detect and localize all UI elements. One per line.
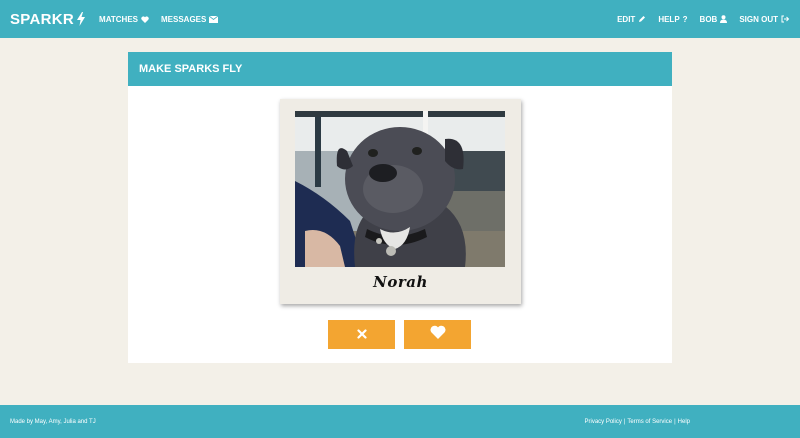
nav-help[interactable]: HELP ? [658,15,687,24]
footer-separator: | [623,418,626,425]
match-panel: MAKE SPARKS FLY Norah [128,52,672,363]
reject-button[interactable] [328,320,395,349]
close-icon [356,326,367,344]
footer-link-privacy[interactable]: Privacy Policy [585,419,622,425]
envelope-icon [209,15,219,23]
heart-icon [141,15,149,23]
profile-photo [295,111,505,267]
brand-name: SPARKR [10,10,75,28]
bolt-icon [77,12,86,26]
brand-logo[interactable]: SPARKR [10,10,86,28]
nav-left: MATCHES MESSAGES [99,15,230,24]
pencil-icon [638,15,646,23]
footer-credit: Made by May, Amy, Julia and TJ [10,418,96,425]
nav-right: EDIT HELP ? BOB SIGN OUT [605,15,790,24]
nav-sign-out-label: SIGN OUT [739,14,778,24]
sign-out-icon [781,15,790,23]
panel-header: MAKE SPARKS FLY [128,52,672,86]
nav-edit[interactable]: EDIT [617,15,646,24]
nav-help-label: HELP [658,14,680,24]
profile-card: Norah [280,99,521,304]
footer: Made by May, Amy, Julia and TJ Privacy P… [0,405,800,438]
panel-title: MAKE SPARKS FLY [139,63,243,75]
nav-user-label: BOB [699,14,718,24]
nav-messages[interactable]: MESSAGES [161,14,219,24]
user-icon [720,15,728,23]
nav-messages-label: MESSAGES [161,14,207,24]
heart-icon [430,325,446,344]
nav-matches-label: MATCHES [99,14,138,24]
nav-sign-out[interactable]: SIGN OUT [739,15,790,24]
footer-separator: | [674,418,676,425]
like-button[interactable] [404,320,471,349]
question-icon: ? [682,14,688,24]
nav-edit-label: EDIT [617,14,636,24]
footer-link-help[interactable]: Help [678,419,690,425]
nav-matches[interactable]: MATCHES [99,15,149,24]
profile-name: Norah [373,273,428,291]
footer-links: Privacy Policy | Terms of Service | Help [585,419,691,425]
nav-user[interactable]: BOB [700,15,728,24]
footer-link-terms[interactable]: Terms of Service [627,419,672,425]
navbar: SPARKR MATCHES MESSAGES EDIT HELP ? BOB … [0,0,800,38]
